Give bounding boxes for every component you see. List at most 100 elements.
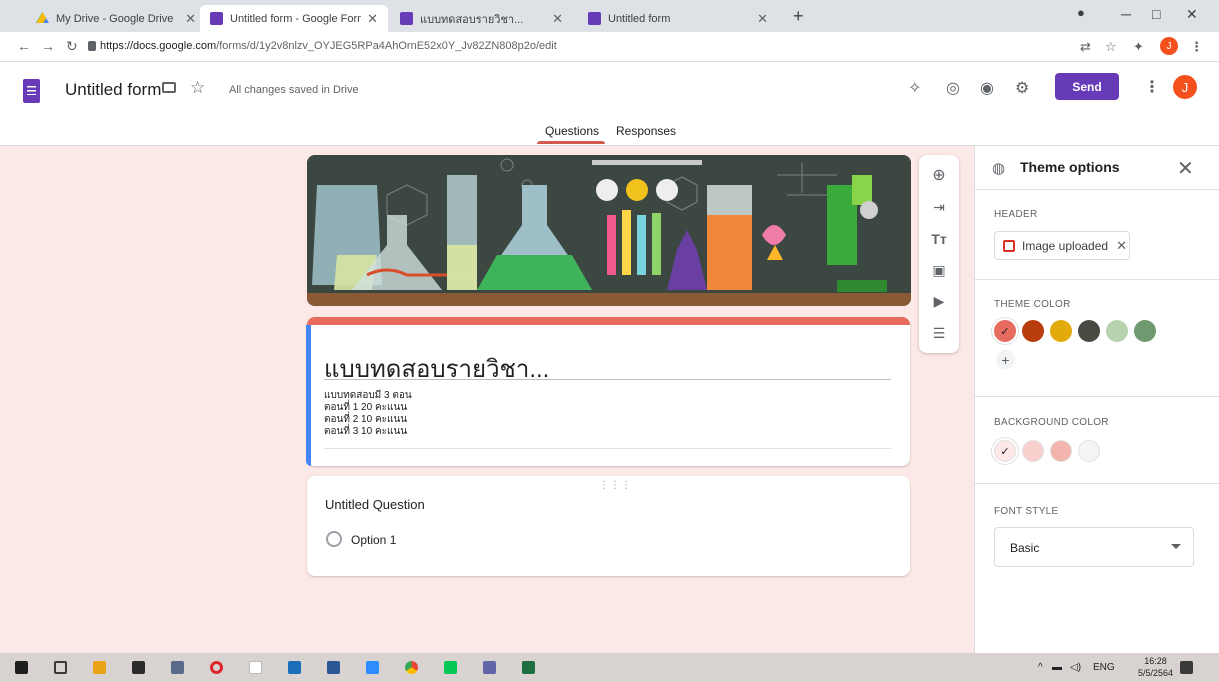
tab-questions[interactable]: Questions xyxy=(545,124,599,138)
more-options-icon[interactable]: ⋮ xyxy=(1144,77,1160,97)
store-icon[interactable] xyxy=(132,661,145,674)
preview-eye-icon[interactable]: ◉ xyxy=(980,78,994,98)
back-icon[interactable]: ← xyxy=(17,38,31,54)
remove-image-icon[interactable]: ✕ xyxy=(1116,238,1127,254)
maximize-icon[interactable]: □ xyxy=(1152,6,1160,22)
address-bar: ← → ↻ https://docs.google.com/forms/d/1y… xyxy=(0,32,1219,62)
form-title[interactable]: แบบทดสอบรายวิชา... xyxy=(324,349,549,388)
line-icon[interactable] xyxy=(444,661,457,674)
add-image-icon[interactable]: ▣ xyxy=(919,262,959,279)
taskbar-clock[interactable]: 16:28 5/5/2564 xyxy=(1138,655,1173,679)
move-to-folder-icon[interactable] xyxy=(162,82,176,93)
theme-color-swatch[interactable]: ✓ xyxy=(994,320,1016,342)
forward-icon[interactable]: → xyxy=(41,38,55,54)
close-tab-icon[interactable]: ✕ xyxy=(757,11,768,27)
minimize-icon[interactable]: ─ xyxy=(1121,6,1131,22)
browser-tab-untitled[interactable]: Untitled form ✕ xyxy=(578,5,778,32)
header-image-chip[interactable]: Image uploaded ✕ xyxy=(994,231,1130,260)
chrome-icon[interactable] xyxy=(405,661,418,674)
divider xyxy=(975,396,1219,397)
task-view-icon[interactable] xyxy=(54,661,67,674)
background-color-swatch[interactable]: ✓ xyxy=(994,440,1016,462)
add-video-icon[interactable]: ▶ xyxy=(919,293,959,310)
browser-tab-quiz[interactable]: แบบทดสอบรายวิชา... ✕ xyxy=(390,5,573,32)
browser-tab-forms[interactable]: Untitled form - Google Forms ✕ xyxy=(200,5,388,32)
word-icon[interactable] xyxy=(327,661,340,674)
theme-color-swatch[interactable] xyxy=(1022,320,1044,342)
theme-color-swatch[interactable] xyxy=(1134,320,1156,342)
teams-icon[interactable] xyxy=(483,661,496,674)
star-icon[interactable]: ☆ xyxy=(190,78,205,98)
google-forms-logo-icon[interactable] xyxy=(23,79,40,103)
zoom-icon[interactable] xyxy=(366,661,379,674)
theme-color-swatch[interactable] xyxy=(1050,320,1072,342)
account-avatar[interactable]: J xyxy=(1173,75,1197,99)
add-custom-color-icon[interactable]: + xyxy=(996,350,1015,369)
tab-title: แบบทดสอบรายวิชา... xyxy=(420,13,524,26)
tab-responses[interactable]: Responses xyxy=(616,124,676,138)
background-color-swatch[interactable] xyxy=(1078,440,1100,462)
add-section-icon[interactable]: ☰ xyxy=(919,325,959,342)
save-status: All changes saved in Drive xyxy=(229,84,359,96)
profile-menu-icon[interactable]: ● xyxy=(1077,5,1085,20)
url-field[interactable]: https://docs.google.com/forms/d/1y2v8nlz… xyxy=(100,40,557,52)
addons-puzzle-icon[interactable]: ✧ xyxy=(908,78,921,98)
close-panel-icon[interactable]: ✕ xyxy=(1177,156,1194,181)
browser-profile-avatar[interactable]: J xyxy=(1160,37,1178,55)
volume-icon[interactable]: ◁) xyxy=(1070,662,1081,673)
font-style-label: FONT STYLE xyxy=(994,506,1059,517)
description-line: แบบทดสอบมี 3 ตอน xyxy=(324,390,412,401)
window-close-icon[interactable]: ✕ xyxy=(1186,6,1198,23)
forms-header xyxy=(0,62,1219,146)
browser-menu-icon[interactable]: ⋮ xyxy=(1190,39,1203,55)
network-icon[interactable]: ▬ xyxy=(1052,662,1062,673)
form-doc-title[interactable]: Untitled form xyxy=(65,80,161,100)
description-line: ตอนที่ 2 10 คะแนน xyxy=(324,414,408,425)
close-tab-icon[interactable]: ✕ xyxy=(367,11,378,27)
add-question-icon[interactable]: ⊕ xyxy=(919,165,959,185)
tab-title: Untitled form xyxy=(608,12,671,25)
notifications-icon[interactable] xyxy=(1180,661,1193,674)
opera-icon[interactable] xyxy=(210,661,223,674)
form-title-card[interactable]: แบบทดสอบรายวิชา... แบบทดสอบมี 3 ตอน ตอนท… xyxy=(306,317,910,466)
browser-tab-drive[interactable]: My Drive - Google Drive ✕ xyxy=(26,5,206,32)
bookmark-star-icon[interactable]: ☆ xyxy=(1105,39,1117,55)
send-button[interactable]: Send xyxy=(1055,73,1119,100)
app-icon[interactable] xyxy=(171,661,184,674)
translate-icon[interactable]: ⇄ xyxy=(1080,39,1091,55)
file-explorer-icon[interactable] xyxy=(93,661,106,674)
question-card[interactable]: ⋮⋮⋮ Untitled Question Option 1 xyxy=(307,476,910,576)
import-questions-icon[interactable]: ⇥ xyxy=(919,199,959,216)
extensions-icon[interactable]: ✦ xyxy=(1133,39,1144,55)
notepad-icon[interactable] xyxy=(249,661,262,674)
header-section-label: HEADER xyxy=(994,209,1038,220)
google-forms-icon xyxy=(588,12,601,25)
new-tab-icon[interactable]: + xyxy=(793,6,804,27)
question-toolbar: ⊕ ⇥ Tт ▣ ▶ ☰ xyxy=(919,155,959,353)
theme-options-panel: ◍ Theme options ✕ HEADER Image uploaded … xyxy=(974,146,1219,653)
close-tab-icon[interactable]: ✕ xyxy=(185,11,196,27)
add-title-description-icon[interactable]: Tт xyxy=(919,231,959,247)
theme-color-swatch[interactable] xyxy=(1106,320,1128,342)
font-style-dropdown[interactable]: Basic xyxy=(994,527,1194,567)
theme-color-label: THEME COLOR xyxy=(994,299,1071,310)
mail-icon[interactable] xyxy=(288,661,301,674)
drag-handle-icon[interactable]: ⋮⋮⋮ xyxy=(599,480,632,491)
font-style-value: Basic xyxy=(1010,541,1040,555)
description-line: ตอนที่ 3 10 คะแนน xyxy=(324,426,408,437)
close-tab-icon[interactable]: ✕ xyxy=(552,11,563,27)
divider xyxy=(975,189,1219,190)
excel-icon[interactable] xyxy=(522,661,535,674)
background-color-swatch[interactable] xyxy=(1050,440,1072,462)
form-description[interactable]: แบบทดสอบมี 3 ตอน ตอนที่ 1 20 คะแนน ตอนที… xyxy=(324,390,412,438)
show-hidden-icons-icon[interactable]: ^ xyxy=(1038,662,1043,673)
settings-gear-icon[interactable]: ⚙ xyxy=(1015,78,1029,98)
background-color-swatch[interactable] xyxy=(1022,440,1044,462)
option-label[interactable]: Option 1 xyxy=(351,533,396,547)
customize-theme-palette-icon[interactable]: ◎ xyxy=(946,78,960,98)
windows-start-icon[interactable] xyxy=(15,661,28,674)
language-indicator[interactable]: ENG xyxy=(1093,662,1115,673)
question-title[interactable]: Untitled Question xyxy=(325,497,425,512)
reload-icon[interactable]: ↻ xyxy=(66,38,78,55)
theme-color-swatch[interactable] xyxy=(1078,320,1100,342)
